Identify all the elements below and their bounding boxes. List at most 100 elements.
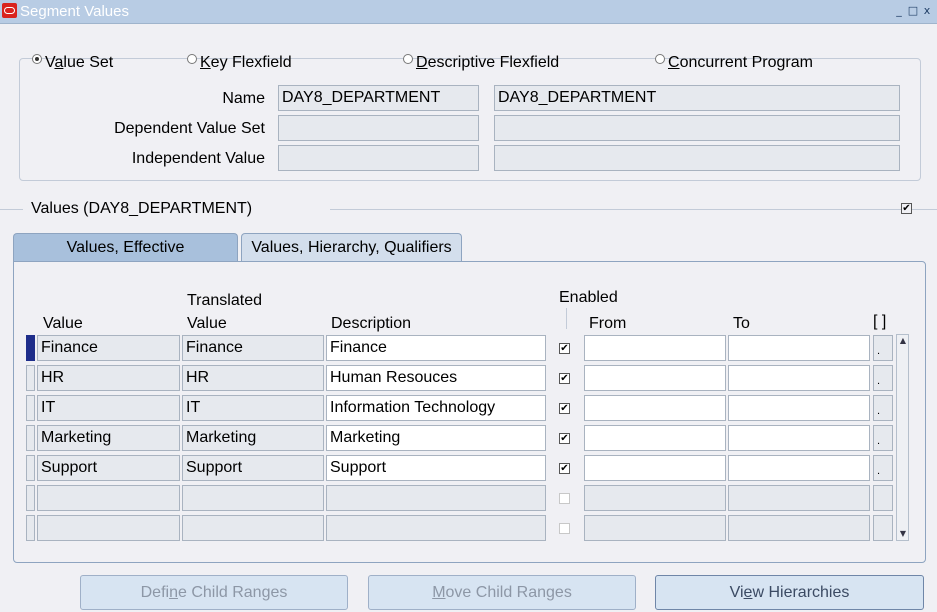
from-date-cell[interactable] [584, 335, 726, 361]
descriptive-flexfield-cell[interactable]: . [873, 455, 893, 481]
radio-unselected-icon [403, 54, 413, 64]
vertical-scrollbar[interactable]: ▲ ▼ [896, 334, 909, 541]
row-indicator[interactable] [26, 395, 35, 421]
independent-value-field[interactable] [278, 145, 479, 171]
column-header-value: Value [43, 315, 83, 332]
to-date-cell[interactable] [728, 425, 870, 451]
radio-concurrent-program[interactable]: Concurrent Program [655, 53, 813, 73]
translated-value-cell[interactable]: Finance [182, 335, 324, 361]
description-cell[interactable] [326, 515, 546, 541]
description-cell[interactable]: Human Resouces [326, 365, 546, 391]
translated-value-cell[interactable]: IT [182, 395, 324, 421]
from-date-cell[interactable] [584, 395, 726, 421]
to-date-cell[interactable] [728, 515, 870, 541]
row-indicator[interactable] [26, 485, 35, 511]
value-cell[interactable]: IT [37, 395, 180, 421]
define-child-ranges-button[interactable]: Define Child Ranges [80, 575, 348, 610]
radio-key-flexfield[interactable]: Key Flexfield [187, 53, 292, 73]
radio-label: Value Set [45, 54, 114, 71]
to-date-cell[interactable] [728, 365, 870, 391]
enabled-checkbox[interactable] [559, 493, 570, 504]
oracle-app-icon [2, 3, 17, 18]
from-date-cell[interactable] [584, 515, 726, 541]
dependent-value-set-field[interactable] [278, 115, 479, 141]
description-cell[interactable]: Information Technology [326, 395, 546, 421]
maximize-icon[interactable]: □ [907, 4, 919, 17]
column-header-description: Description [331, 315, 412, 332]
minimize-icon[interactable]: _ [893, 4, 905, 17]
independent-description-field[interactable] [494, 145, 900, 171]
radio-label: Descriptive Flexfield [416, 54, 560, 71]
section-divider [0, 209, 23, 210]
column-header-translated-value: Value [187, 315, 227, 332]
from-date-cell[interactable] [584, 365, 726, 391]
descriptive-flexfield-cell[interactable]: . [873, 425, 893, 451]
enabled-checkbox[interactable]: ✔ [559, 463, 570, 474]
descriptive-flexfield-cell[interactable] [873, 485, 893, 511]
to-date-cell[interactable] [728, 485, 870, 511]
move-child-ranges-button[interactable]: Move Child Ranges [368, 575, 636, 610]
to-date-cell[interactable] [728, 395, 870, 421]
dependent-description-field[interactable] [494, 115, 900, 141]
name-label: Name [222, 90, 265, 107]
enabled-header-divider [566, 308, 567, 329]
value-cell[interactable]: Support [37, 455, 180, 481]
translated-value-cell[interactable]: Marketing [182, 425, 324, 451]
window-title: Segment Values [20, 3, 129, 20]
value-cell[interactable] [37, 485, 180, 511]
from-date-cell[interactable] [584, 455, 726, 481]
description-cell[interactable]: Marketing [326, 425, 546, 451]
radio-descriptive-flexfield[interactable]: Descriptive Flexfield [403, 53, 559, 73]
enabled-checkbox[interactable]: ✔ [559, 373, 570, 384]
tab-values-effective[interactable]: Values, Effective [13, 233, 238, 261]
value-cell[interactable]: HR [37, 365, 180, 391]
column-header-translated: Translated [187, 292, 262, 309]
value-cell[interactable]: Finance [37, 335, 180, 361]
enabled-checkbox[interactable]: ✔ [559, 403, 570, 414]
value-cell[interactable]: Marketing [37, 425, 180, 451]
scroll-down-icon[interactable]: ▼ [898, 529, 908, 539]
tab-values-hierarchy-qualifiers[interactable]: Values, Hierarchy, Qualifiers [241, 233, 462, 261]
descriptive-flexfield-cell[interactable] [873, 515, 893, 541]
name-field[interactable]: DAY8_DEPARTMENT [278, 85, 479, 111]
column-header-to: To [733, 315, 750, 332]
descriptive-flexfield-cell[interactable]: . [873, 335, 893, 361]
value-cell[interactable] [37, 515, 180, 541]
radio-label: Concurrent Program [668, 54, 813, 71]
to-date-cell[interactable] [728, 335, 870, 361]
translated-value-cell[interactable] [182, 485, 324, 511]
from-date-cell[interactable] [584, 485, 726, 511]
section-checkbox[interactable]: ✔ [901, 203, 912, 214]
column-header-enabled: Enabled [559, 289, 618, 306]
radio-unselected-icon [655, 54, 665, 64]
translated-value-cell[interactable] [182, 515, 324, 541]
descriptive-flexfield-cell[interactable]: . [873, 365, 893, 391]
close-icon[interactable]: x [921, 4, 933, 17]
column-header-extra: [ ] [873, 313, 887, 330]
window-titlebar: Segment Values _ □ x [0, 0, 937, 24]
to-date-cell[interactable] [728, 455, 870, 481]
description-cell[interactable]: Support [326, 455, 546, 481]
enabled-checkbox[interactable] [559, 523, 570, 534]
row-indicator[interactable] [26, 515, 35, 541]
translated-value-cell[interactable]: HR [182, 365, 324, 391]
row-indicator[interactable] [26, 335, 35, 361]
enabled-checkbox[interactable]: ✔ [559, 433, 570, 444]
radio-value-set[interactable]: Value Set [32, 53, 113, 73]
view-hierarchies-button[interactable]: View Hierarchies [655, 575, 924, 610]
independent-value-label: Independent Value [131, 150, 265, 167]
radio-label: Key Flexfield [200, 54, 292, 71]
from-date-cell[interactable] [584, 425, 726, 451]
name-description-field[interactable]: DAY8_DEPARTMENT [494, 85, 900, 111]
description-cell[interactable] [326, 485, 546, 511]
dependent-value-set-label: Dependent Value Set [114, 120, 265, 137]
translated-value-cell[interactable]: Support [182, 455, 324, 481]
enabled-checkbox[interactable]: ✔ [559, 343, 570, 354]
description-cell[interactable]: Finance [326, 335, 546, 361]
scroll-up-icon[interactable]: ▲ [898, 336, 908, 346]
descriptive-flexfield-cell[interactable]: . [873, 395, 893, 421]
column-header-from: From [589, 315, 627, 332]
row-indicator[interactable] [26, 365, 35, 391]
row-indicator[interactable] [26, 425, 35, 451]
row-indicator[interactable] [26, 455, 35, 481]
